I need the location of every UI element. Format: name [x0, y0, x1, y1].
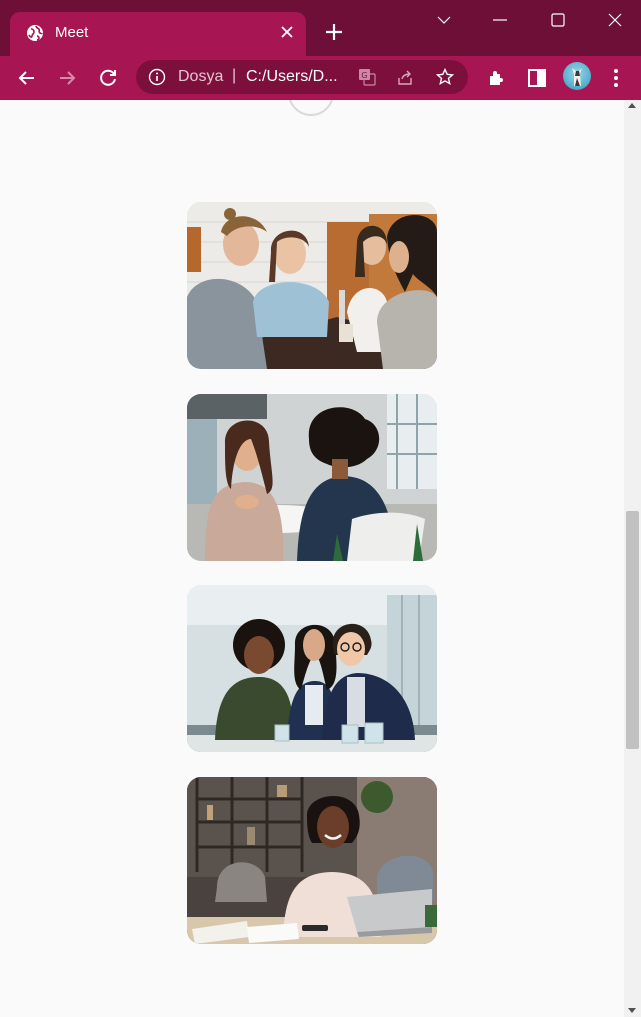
browser-toolbar: Dosya | C:/Users/D... G: [0, 56, 641, 100]
side-panel-icon[interactable]: [526, 67, 548, 89]
maximize-icon[interactable]: [550, 12, 566, 28]
reload-icon[interactable]: [97, 67, 119, 89]
two-women-meeting-photo: [187, 394, 437, 561]
scroll-down-arrow-icon[interactable]: [628, 1008, 636, 1013]
chevron-down-icon[interactable]: [436, 12, 452, 28]
scrollbar-thumb[interactable]: [626, 511, 639, 749]
minimize-icon[interactable]: [492, 12, 508, 28]
cat-avatar-icon: [572, 68, 582, 86]
star-icon[interactable]: [436, 68, 454, 86]
browser-titlebar: Meet: [0, 0, 641, 56]
back-icon[interactable]: [16, 67, 38, 89]
profile-avatar[interactable]: [563, 62, 591, 90]
omnibox-separator: |: [232, 67, 237, 84]
vertical-scrollbar[interactable]: [624, 100, 641, 1017]
new-tab-plus-icon[interactable]: [324, 22, 344, 42]
url-text[interactable]: C:/Users/D...: [246, 68, 338, 86]
address-bar[interactable]: Dosya | C:/Users/D... G: [136, 60, 468, 94]
circle-decoration: [288, 100, 334, 116]
three-women-office-photo: [187, 585, 437, 752]
share-icon[interactable]: [396, 68, 414, 86]
close-window-icon[interactable]: [607, 12, 623, 28]
svg-text:G: G: [361, 71, 367, 80]
translate-icon[interactable]: G: [358, 68, 376, 86]
globe-icon: [27, 25, 43, 41]
info-icon[interactable]: [148, 68, 166, 86]
forward-icon[interactable]: [56, 67, 78, 89]
site-label: Dosya: [178, 68, 224, 85]
browser-tab-meet[interactable]: Meet: [10, 12, 306, 56]
four-colleagues-at-table-photo: [187, 202, 437, 369]
more-icon[interactable]: [605, 67, 627, 89]
tab-title: Meet: [55, 24, 89, 41]
scroll-up-arrow-icon[interactable]: [628, 103, 636, 108]
page-content: [0, 100, 624, 1017]
extensions-icon[interactable]: [486, 67, 508, 89]
woman-with-laptop-photo: [187, 777, 437, 944]
close-tab-icon[interactable]: [278, 23, 296, 41]
